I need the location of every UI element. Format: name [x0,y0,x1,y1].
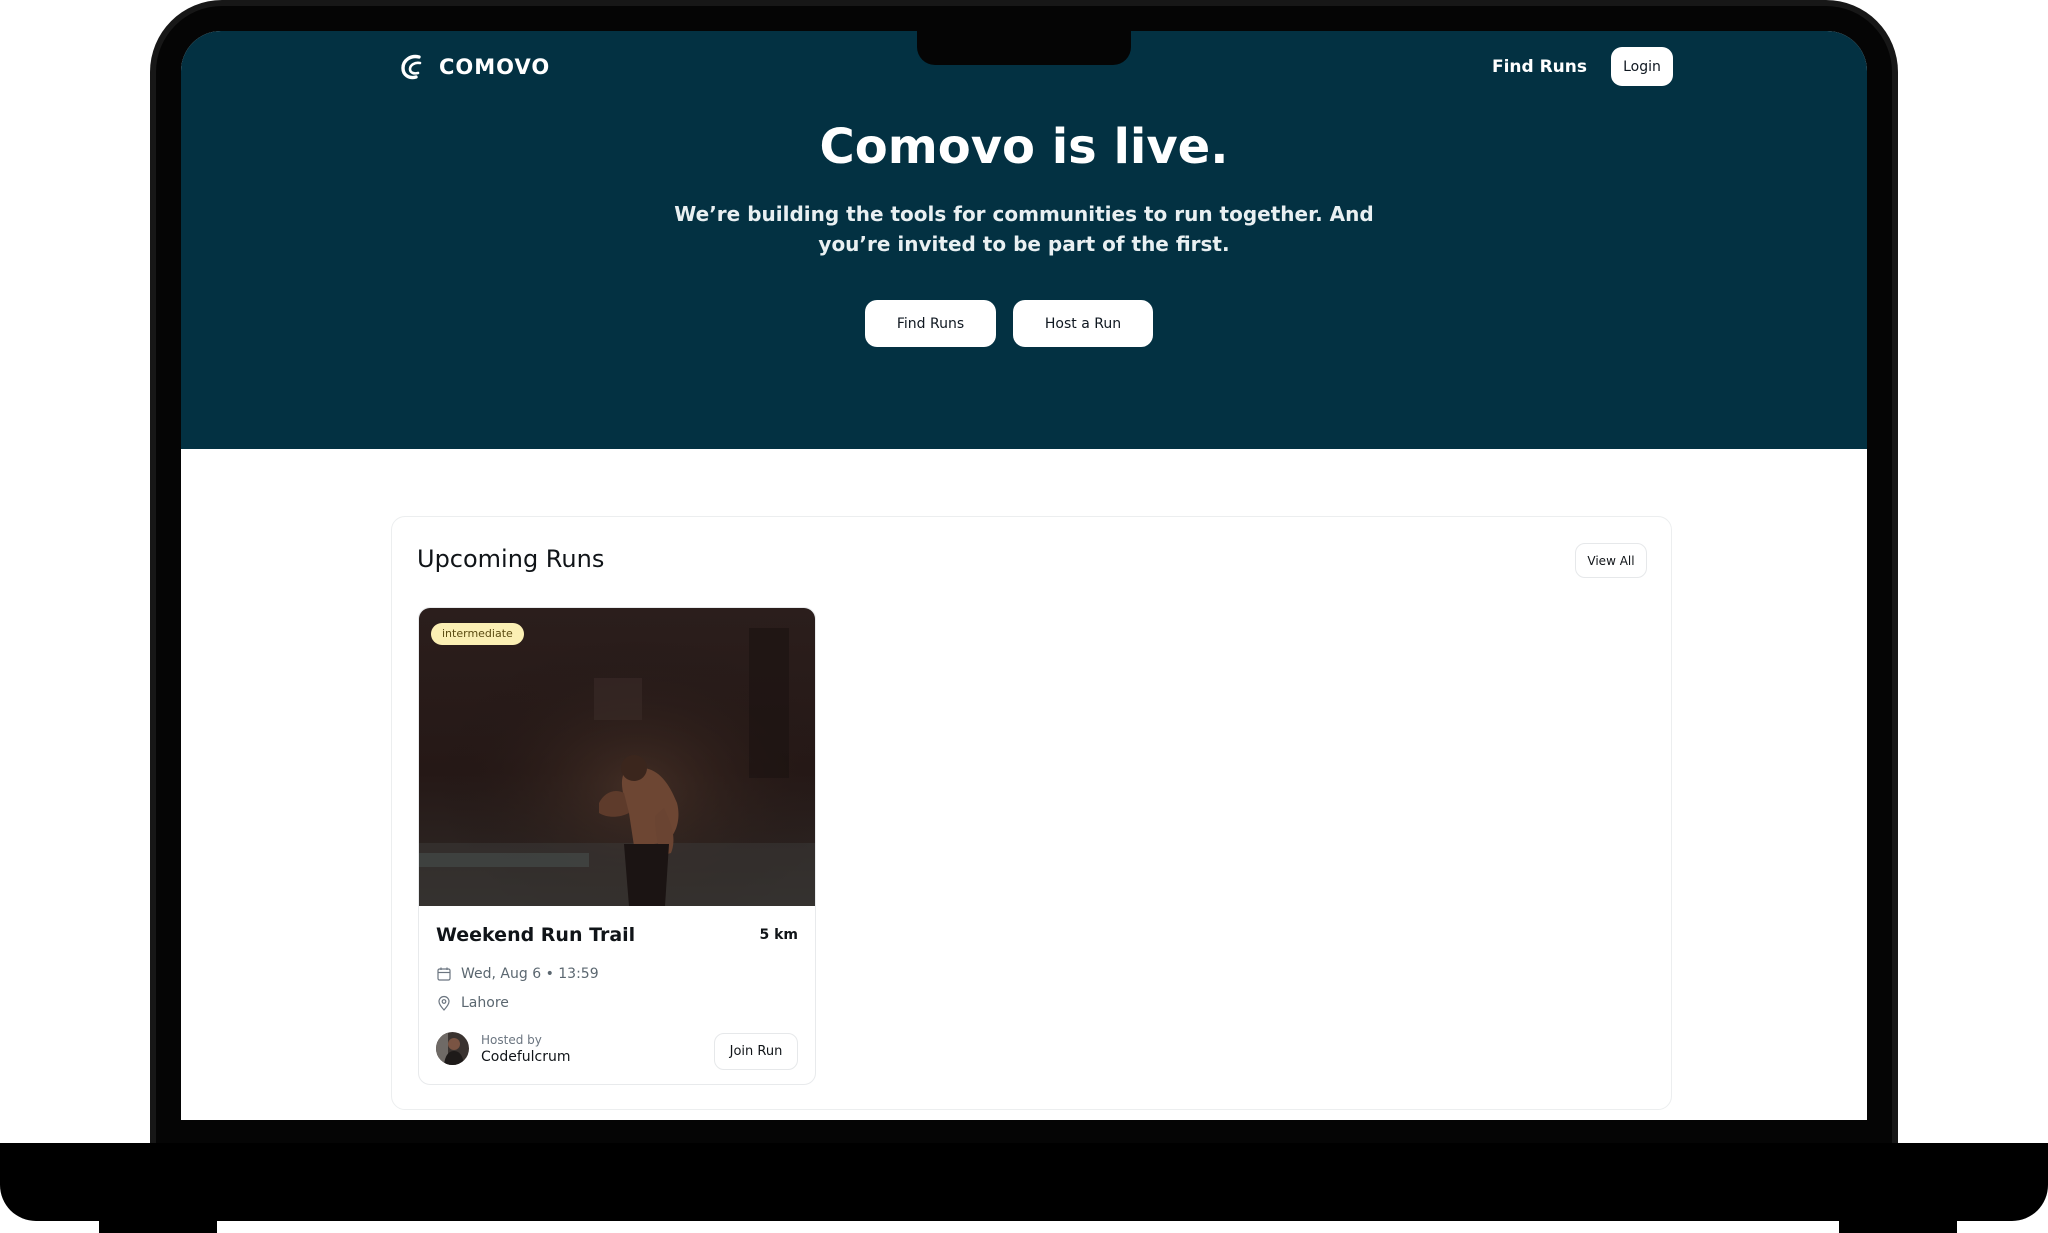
browser-screen: COMOVO Find Runs Login Comovo is live. W… [181,31,1867,1120]
hero-title: Comovo is live. [819,119,1229,175]
map-pin-icon [438,995,450,1011]
laptop-foot-right [1839,1218,1957,1233]
top-nav: Find Runs Login [1492,47,1673,86]
run-distance: 5 km [759,927,798,943]
section-title: Upcoming Runs [417,545,605,573]
run-title: Weekend Run Trail [436,924,636,946]
laptop-foot-left [99,1218,217,1233]
hero-section: COMOVO Find Runs Login Comovo is live. W… [181,31,1867,449]
upcoming-runs-panel: Upcoming Runs View All intermediate Week… [391,516,1672,1110]
brand-logo[interactable]: COMOVO [399,53,550,81]
login-button[interactable]: Login [1611,47,1673,86]
run-date-row: Wed, Aug 6 • 13:59 [436,966,599,982]
view-all-button[interactable]: View All [1575,543,1647,578]
run-location: Lahore [461,995,509,1011]
find-runs-button[interactable]: Find Runs [865,300,996,347]
comovo-logo-icon [401,54,422,80]
host-info: Hosted by Codefulcrum [436,1032,571,1065]
nav-find-runs-link[interactable]: Find Runs [1492,57,1587,77]
run-card[interactable]: intermediate Weekend Run Trail 5 km Wed,… [418,607,816,1085]
run-date-time: Wed, Aug 6 • 13:59 [461,966,599,982]
hero-actions: Find Runs Host a Run [181,300,1867,347]
brand-name: COMOVO [439,55,551,79]
laptop-base [0,1143,2048,1221]
calendar-icon [437,967,451,981]
host-avatar [436,1032,469,1065]
host-run-button[interactable]: Host a Run [1013,300,1153,347]
run-photo [419,608,815,906]
hero-subtitle: We’re building the tools for communities… [674,202,1374,256]
host-name: Codefulcrum [481,1048,571,1065]
host-text: Hosted by Codefulcrum [481,1033,571,1065]
level-badge: intermediate [431,623,524,645]
hosted-by-label: Hosted by [481,1032,542,1047]
join-run-button[interactable]: Join Run [714,1033,798,1070]
run-location-row: Lahore [436,995,509,1011]
camera-notch [917,30,1131,65]
